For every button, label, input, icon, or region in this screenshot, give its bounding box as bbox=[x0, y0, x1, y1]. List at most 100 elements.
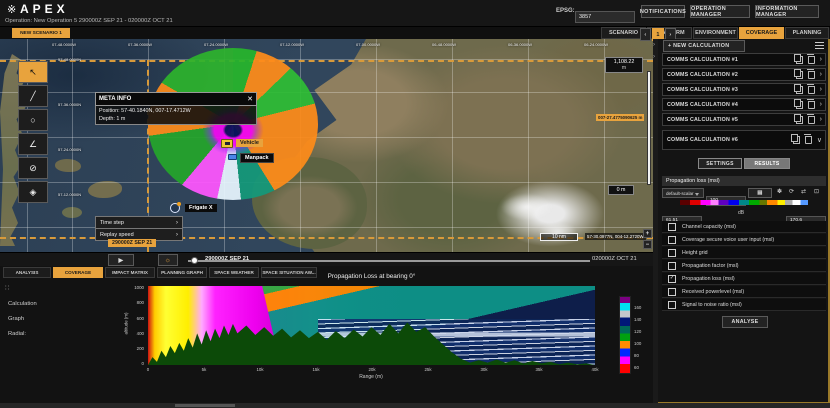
tab-row: NEW SCENARIO 1 SCENARIO PLATFORM ENVIRON… bbox=[0, 27, 830, 39]
checkbox-checked[interactable]: ✓ bbox=[668, 275, 676, 283]
layer-row-propagation-loss[interactable]: ✓ Propagation loss (msl) bbox=[662, 273, 826, 285]
tab-coverage[interactable]: COVERAGE bbox=[739, 27, 784, 39]
trash-icon[interactable] bbox=[808, 71, 815, 79]
range-max-input[interactable] bbox=[786, 208, 826, 218]
collapse-chevron-icon[interactable]: › bbox=[653, 54, 655, 60]
angle-tool-button[interactable]: ∠ bbox=[18, 133, 48, 155]
duplicate-icon[interactable] bbox=[793, 136, 800, 144]
results-tab[interactable]: RESULTS bbox=[744, 158, 790, 169]
calc-row-1[interactable]: COMMS CALCULATION #1 › bbox=[662, 53, 826, 66]
expand-chevron-icon[interactable]: › bbox=[820, 101, 822, 108]
select-tool-button[interactable]: ↖ bbox=[18, 61, 48, 83]
checkbox[interactable] bbox=[668, 301, 676, 309]
layer-row-coverage-secure-voice[interactable]: Coverage secure voice user input (msl) bbox=[662, 234, 826, 246]
map-zoom-in-button[interactable]: + bbox=[643, 229, 652, 238]
play-button[interactable]: ▶ bbox=[108, 254, 134, 266]
layer-row-received-powerlevel[interactable]: Received powerlevel (msl) bbox=[662, 286, 826, 298]
calc-row-2[interactable]: COMMS CALCULATION #2 › bbox=[662, 68, 826, 81]
range-min-input[interactable] bbox=[662, 208, 702, 218]
trash-icon[interactable] bbox=[808, 116, 815, 124]
context-menu-item-time-step[interactable]: Time step › bbox=[95, 216, 183, 229]
layer-label: Received powerlevel (msl) bbox=[682, 289, 744, 295]
cursor-icon: ↖ bbox=[29, 67, 37, 78]
checkbox[interactable] bbox=[668, 249, 676, 257]
duplicate-icon[interactable] bbox=[796, 116, 803, 124]
collapse-chevron-icon[interactable]: › bbox=[653, 42, 655, 48]
refresh-icon[interactable]: ⟳ bbox=[789, 188, 794, 195]
visibility-tool-button[interactable]: ⊘ bbox=[18, 157, 48, 179]
fit-view-icon[interactable]: ⊡ bbox=[814, 188, 819, 195]
information-manager-button[interactable]: INFORMATION MANAGER bbox=[755, 5, 819, 18]
colorbar-tick: 60 bbox=[634, 365, 639, 370]
frigate-marker-icon[interactable] bbox=[170, 203, 180, 213]
epsg-input[interactable] bbox=[575, 5, 635, 17]
timestep-tag[interactable]: 290000Z SEP 21 bbox=[108, 239, 156, 247]
duplicate-icon[interactable] bbox=[796, 86, 803, 94]
measure-tool-button[interactable]: ╱ bbox=[18, 85, 48, 107]
calc-row-5[interactable]: COMMS CALCULATION #5 › bbox=[662, 113, 826, 126]
trash-icon[interactable] bbox=[808, 101, 815, 109]
elevation-slider[interactable] bbox=[647, 71, 651, 185]
manpack-marker-icon[interactable] bbox=[228, 154, 237, 160]
timeline-handle[interactable] bbox=[191, 257, 198, 264]
layer-row-propagation-factor[interactable]: Propagation factor (msl) bbox=[662, 260, 826, 272]
timeline-current-time: 290000Z SEP 21 bbox=[205, 256, 249, 262]
meta-info-popup: META INFO ✕ Position: 57-40.1840N, 007-1… bbox=[95, 92, 257, 125]
notifications-button[interactable]: NOTIFICATIONS bbox=[641, 5, 685, 18]
duplicate-icon[interactable] bbox=[796, 101, 803, 109]
calc-row-6-expanded[interactable]: COMMS CALCULATION #6 ∨ bbox=[662, 130, 826, 150]
timeline-settings-button[interactable]: ☼ bbox=[158, 254, 178, 266]
erase-tool-button[interactable]: ◈ bbox=[18, 181, 48, 203]
swap-axes-icon[interactable]: ⇄ bbox=[801, 188, 806, 195]
tab-environment[interactable]: ENVIRONMENT bbox=[693, 27, 738, 39]
expand-chevron-icon[interactable]: › bbox=[820, 86, 822, 93]
layer-row-signal-to-noise[interactable]: Signal to noise ratio (msl) bbox=[662, 299, 826, 311]
trash-icon[interactable] bbox=[805, 136, 812, 144]
vehicle-marker-label[interactable]: Vehicle bbox=[236, 139, 263, 147]
scalar-select-value: default-scalar bbox=[666, 191, 694, 196]
tab-analysis[interactable]: ANALYSIS bbox=[3, 267, 51, 278]
map-view[interactable]: 07-48.0000W 07-36.0000W 07-24.0000W 07-1… bbox=[0, 39, 653, 252]
epsg-value[interactable] bbox=[575, 11, 635, 23]
style-icon[interactable]: ✽ bbox=[777, 188, 782, 195]
trash-icon[interactable] bbox=[808, 86, 815, 94]
checkbox[interactable] bbox=[668, 262, 676, 270]
colormap-strip[interactable] bbox=[680, 200, 808, 205]
settings-tab[interactable]: SETTINGS bbox=[698, 158, 742, 169]
expand-chevron-icon[interactable]: › bbox=[820, 116, 822, 123]
scalar-select[interactable]: default-scalar bbox=[662, 188, 704, 198]
layer-row-height-grid[interactable]: Height grid bbox=[662, 247, 826, 259]
layer-label: Channel capacity (msl) bbox=[682, 224, 736, 230]
menu-icon[interactable] bbox=[815, 42, 824, 50]
expand-chevron-icon[interactable]: › bbox=[820, 56, 822, 63]
manpack-marker-label[interactable]: Manpack bbox=[240, 153, 274, 163]
new-calculation-button[interactable]: + NEW CALCULATION bbox=[663, 40, 745, 52]
frigate-marker-label[interactable]: Frigate X bbox=[185, 204, 217, 212]
tab-planning[interactable]: PLANNING bbox=[785, 27, 829, 39]
trash-icon[interactable] bbox=[808, 56, 815, 64]
horizontal-scrollbar[interactable] bbox=[0, 403, 830, 408]
draw-shape-tool-button[interactable]: ○ bbox=[18, 109, 48, 131]
scenario-tab-new-scenario[interactable]: NEW SCENARIO 1 bbox=[12, 28, 70, 38]
paint-style-button[interactable]: ▤ bbox=[748, 188, 772, 198]
checkbox[interactable] bbox=[668, 236, 676, 244]
duplicate-icon[interactable] bbox=[796, 56, 803, 64]
scalar-input[interactable] bbox=[706, 188, 746, 198]
checkbox[interactable] bbox=[668, 223, 676, 231]
calc-row-4[interactable]: COMMS CALCULATION #4 › bbox=[662, 98, 826, 111]
close-icon[interactable]: ✕ bbox=[247, 95, 253, 103]
layer-row-channel-capacity[interactable]: Channel capacity (msl) bbox=[662, 221, 826, 233]
tab-coverage-bottom[interactable]: COVERAGE bbox=[53, 267, 103, 278]
scrollbar-thumb[interactable] bbox=[175, 404, 235, 407]
checkbox[interactable] bbox=[668, 288, 676, 296]
page-prev-button[interactable]: ‹ bbox=[640, 28, 651, 41]
expand-chevron-icon[interactable]: › bbox=[820, 71, 822, 78]
analyse-button[interactable]: ANALYSE bbox=[722, 316, 768, 328]
map-zoom-out-button[interactable]: − bbox=[643, 240, 652, 249]
calc-row-3[interactable]: COMMS CALCULATION #3 › bbox=[662, 83, 826, 96]
duplicate-icon[interactable] bbox=[796, 71, 803, 79]
operation-manager-button[interactable]: OPERATION MANAGER bbox=[690, 5, 750, 18]
collapse-chevron-down-icon[interactable]: ∨ bbox=[817, 137, 822, 144]
drag-handle-icon[interactable]: ∷ bbox=[5, 284, 9, 292]
vehicle-marker-icon[interactable] bbox=[221, 139, 233, 148]
